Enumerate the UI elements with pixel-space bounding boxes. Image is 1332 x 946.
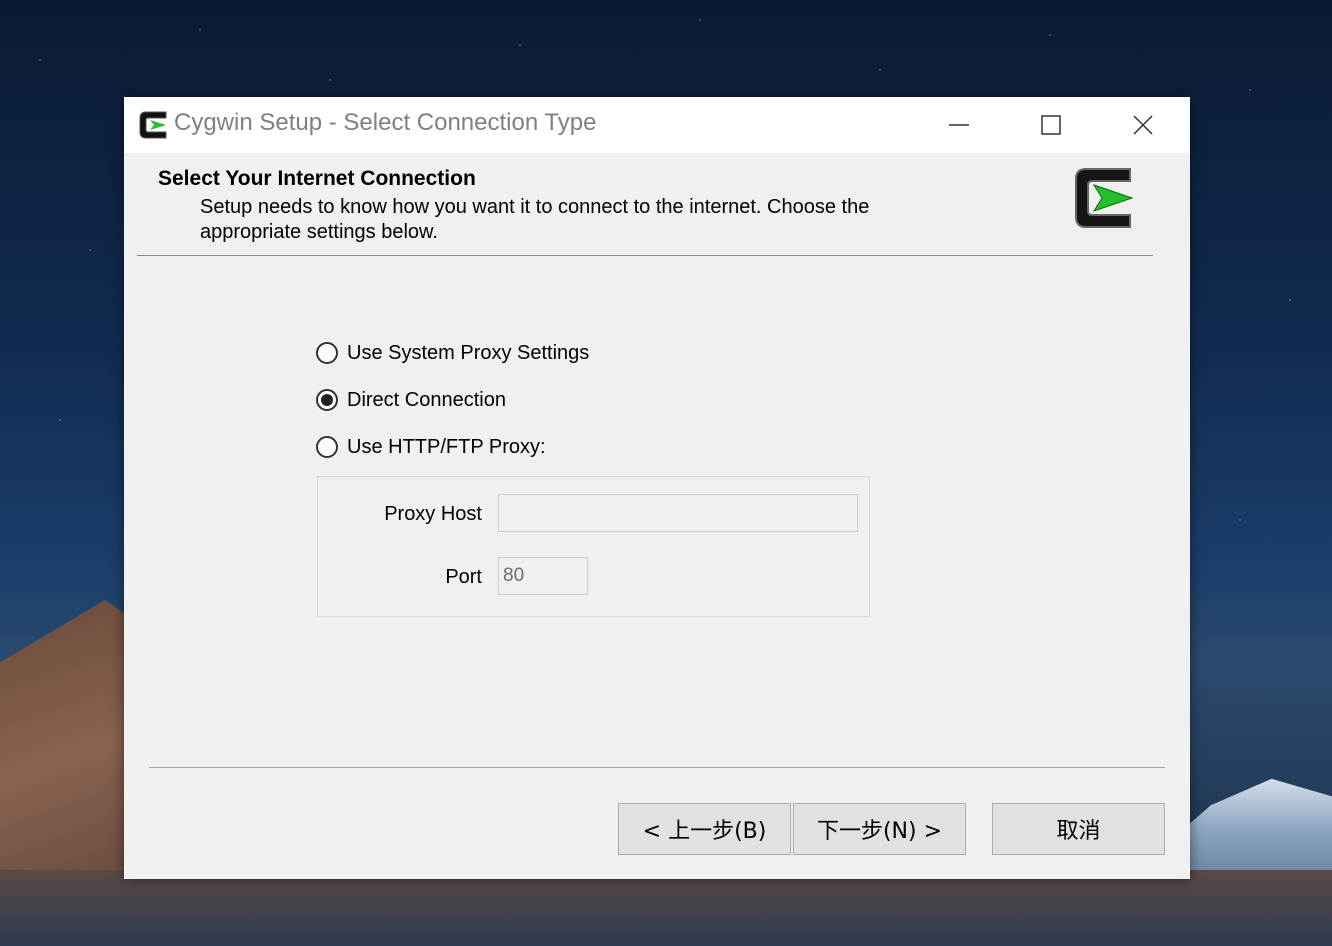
proxy-host-input[interactable] <box>498 494 858 532</box>
option-direct-connection[interactable]: Direct Connection <box>316 386 506 414</box>
setup-window: Cygwin Setup - Select Connection Type Se… <box>124 97 1190 879</box>
window-title: Cygwin Setup - Select Connection Type <box>174 109 597 136</box>
option-http-ftp-proxy[interactable]: Use HTTP/FTP Proxy: <box>316 433 546 461</box>
port-label: Port <box>445 566 482 588</box>
footer-divider <box>149 767 1165 768</box>
radio-button[interactable] <box>316 342 338 364</box>
close-icon <box>1133 115 1153 135</box>
page-heading: Select Your Internet Connection <box>158 167 476 190</box>
back-button[interactable]: < 上一步(B) <box>618 803 791 855</box>
close-button[interactable] <box>1097 97 1189 153</box>
proxy-host-label: Proxy Host <box>384 503 482 525</box>
header-divider <box>137 255 1153 256</box>
next-button[interactable]: 下一步(N) > <box>793 803 966 855</box>
maximize-icon <box>1041 115 1061 135</box>
radio-button[interactable] <box>316 436 338 458</box>
cygwin-logo-icon <box>1075 168 1134 228</box>
option-system-proxy[interactable]: Use System Proxy Settings <box>316 339 589 367</box>
option-label: Direct Connection <box>347 388 506 411</box>
cancel-button[interactable]: 取消 <box>992 803 1165 855</box>
radio-button-selected[interactable] <box>316 389 338 411</box>
minimize-icon <box>949 124 969 126</box>
proxy-settings-group: Proxy Host Port <box>317 476 870 617</box>
option-label: Use HTTP/FTP Proxy: <box>347 435 546 458</box>
maximize-button[interactable] <box>1005 97 1097 153</box>
title-bar[interactable]: Cygwin Setup - Select Connection Type <box>124 97 1190 153</box>
cygwin-logo-icon <box>139 111 167 139</box>
port-input[interactable] <box>498 557 588 595</box>
minimize-button[interactable] <box>913 97 1005 153</box>
page-description: Setup needs to know how you want it to c… <box>200 196 870 243</box>
wallpaper-mountain-base <box>0 870 1332 946</box>
option-label: Use System Proxy Settings <box>347 341 590 364</box>
radio-dot-icon <box>321 394 333 406</box>
